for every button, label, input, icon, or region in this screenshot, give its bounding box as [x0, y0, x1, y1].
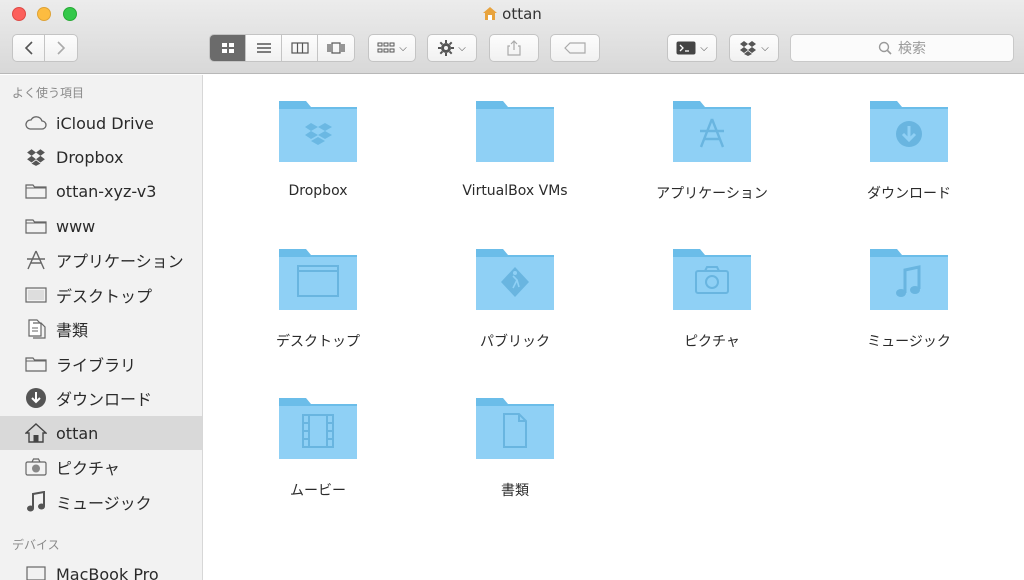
view-mode-segment: [209, 34, 355, 62]
desktop-icon: [24, 284, 48, 306]
sidebar-item-ottan[interactable]: ottan: [0, 416, 202, 450]
folder-item-virtualbox-vms[interactable]: VirtualBox VMs: [425, 95, 605, 199]
sidebar-item-downloads[interactable]: ダウンロード: [0, 381, 202, 415]
arrange-icon: [377, 42, 395, 53]
documents-icon: [24, 318, 48, 340]
share-icon: [507, 40, 521, 56]
arrange-button[interactable]: ⌵: [368, 34, 416, 62]
sidebar-item-applications[interactable]: アプリケーション: [0, 243, 202, 277]
folder-item-pictures[interactable]: ピクチャ: [622, 243, 802, 351]
folder-item-downloads[interactable]: ダウンロード: [819, 95, 999, 203]
pictures-folder-icon: [673, 249, 751, 310]
music-folder-icon: [870, 249, 948, 310]
icon-view-button[interactable]: [210, 35, 246, 61]
chevron-left-icon: [24, 41, 33, 55]
folder-item-music[interactable]: ミュージック: [819, 243, 999, 351]
folder-item-dropbox[interactable]: Dropbox: [228, 95, 408, 199]
documents-folder-icon: [476, 398, 554, 459]
search-placeholder: 検索: [898, 41, 926, 57]
gear-icon: [438, 40, 455, 56]
list-icon: [256, 43, 271, 53]
chevron-down-icon: ⌵: [458, 42, 466, 54]
file-grid: Dropbox VirtualBox VMs アプリケーション ダウンロード デ…: [204, 75, 1024, 580]
camera-icon: [24, 456, 48, 478]
desktop-folder-icon: [279, 249, 357, 310]
download-icon: [24, 387, 48, 409]
grid-icon: [221, 43, 234, 53]
window-title: ottan: [0, 5, 1024, 25]
folder-item-applications[interactable]: アプリケーション: [622, 95, 802, 203]
sidebar: よく使う項目 iCloud Drive Dropbox ottan-xyz-v3…: [0, 75, 203, 580]
terminal-button[interactable]: ⌵: [667, 34, 717, 62]
music-icon: [24, 491, 48, 513]
chevron-down-icon: ⌵: [700, 42, 708, 54]
folder-item-movies[interactable]: ムービー: [228, 392, 408, 500]
laptop-icon: [24, 563, 48, 580]
sidebar-item-pictures[interactable]: ピクチャ: [0, 450, 202, 484]
nav-buttons: [12, 34, 78, 62]
folder-item-desktop[interactable]: デスクトップ: [228, 243, 408, 351]
columns-icon: [290, 42, 309, 54]
back-button[interactable]: [13, 35, 45, 61]
column-view-button[interactable]: [282, 35, 318, 61]
window-title-text: ottan: [502, 5, 542, 23]
coverflow-view-button[interactable]: [318, 35, 354, 61]
dropbox-icon: [740, 41, 757, 56]
tags-button[interactable]: [550, 34, 600, 62]
folder-item-public[interactable]: パブリック: [425, 243, 605, 351]
folder-item-documents[interactable]: 書類: [425, 392, 605, 500]
share-button[interactable]: [489, 34, 539, 62]
chevron-right-icon: [57, 41, 66, 55]
folder-icon: [476, 101, 554, 162]
cloud-icon: [24, 112, 48, 134]
applications-folder-icon: [673, 101, 751, 162]
applications-icon: [24, 249, 48, 271]
sidebar-item-documents[interactable]: 書類: [0, 312, 202, 346]
dropbox-icon: [24, 146, 48, 168]
coverflow-icon: [327, 42, 345, 54]
chevron-down-icon: ⌵: [761, 42, 769, 54]
movies-folder-icon: [279, 398, 357, 459]
sidebar-item-macbook-pro[interactable]: MacBook Pro: [0, 557, 202, 580]
sidebar-item-ottan-xyz-v3[interactable]: ottan-xyz-v3: [0, 174, 202, 208]
toolbar: ottan ⌵ ⌵ ⌵ ⌵ 検索: [0, 0, 1024, 74]
sidebar-item-music[interactable]: ミュージック: [0, 485, 202, 519]
sidebar-item-www[interactable]: www: [0, 209, 202, 243]
devices-header: デバイス: [12, 538, 60, 552]
sidebar-item-icloud-drive[interactable]: iCloud Drive: [0, 106, 202, 140]
list-view-button[interactable]: [246, 35, 282, 61]
sidebar-item-dropbox[interactable]: Dropbox: [0, 140, 202, 174]
favorites-header: よく使う項目: [12, 86, 85, 100]
dropbox-toolbar-button[interactable]: ⌵: [729, 34, 779, 62]
sidebar-item-library[interactable]: ライブラリ: [0, 347, 202, 381]
folder-icon: [24, 215, 48, 237]
terminal-icon: [676, 41, 696, 55]
search-icon: [878, 41, 892, 55]
search-input[interactable]: 検索: [790, 34, 1014, 62]
tag-icon: [564, 42, 586, 54]
chevron-down-icon: ⌵: [399, 42, 407, 54]
downloads-folder-icon: [870, 101, 948, 162]
folder-icon: [24, 353, 48, 375]
public-folder-icon: [476, 249, 554, 310]
action-button[interactable]: ⌵: [427, 34, 477, 62]
sidebar-item-desktop[interactable]: デスクトップ: [0, 278, 202, 312]
forward-button[interactable]: [45, 35, 77, 61]
home-icon: [24, 422, 48, 444]
folder-icon: [24, 180, 48, 202]
home-icon: [482, 6, 498, 25]
dropbox-folder-icon: [279, 101, 357, 162]
